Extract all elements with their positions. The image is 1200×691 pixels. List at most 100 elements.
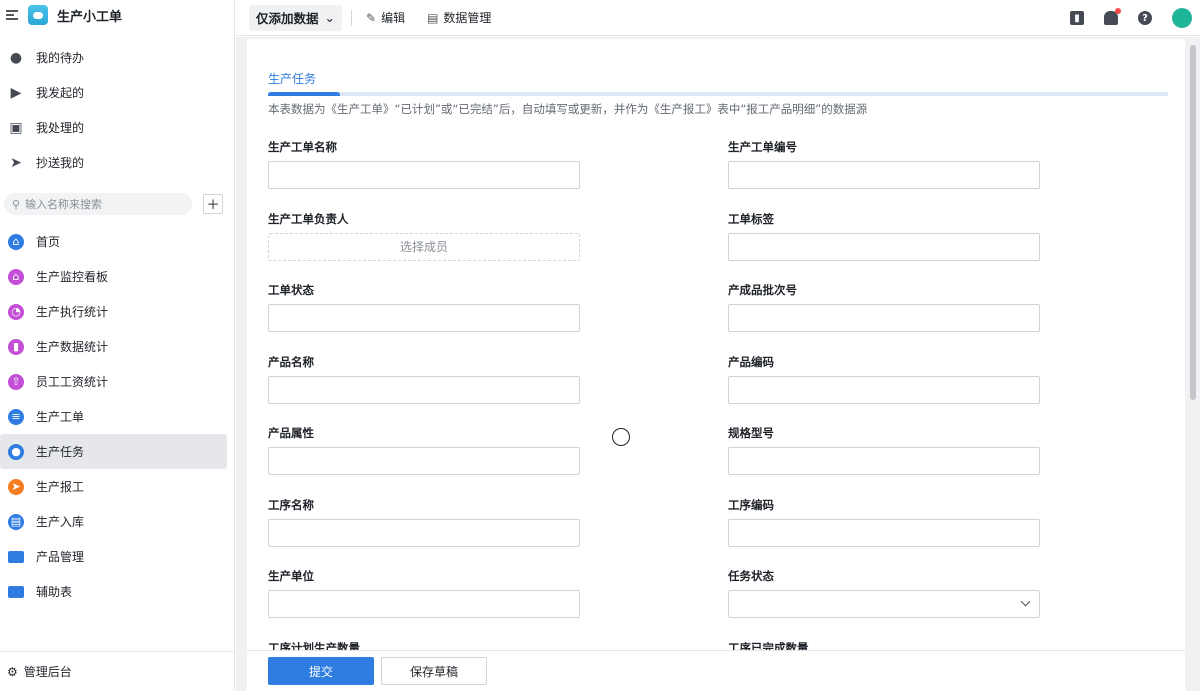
submit-button[interactable]: 提交 bbox=[268, 657, 374, 685]
sidebar: 生产小工单 ● 我的待办 ▶ 我发起的 ▣ 我处理的 ➤ 抄送我的 ⚲ 输入名称来搜索 + ⌂ 首… bbox=[0, 0, 235, 691]
field-label: 产品名称 bbox=[268, 354, 314, 369]
text-field[interactable] bbox=[728, 375, 1040, 404]
folder-icon bbox=[8, 549, 24, 565]
bar-chart-icon: ▮ bbox=[8, 338, 24, 355]
form-field: 产品属性 bbox=[268, 425, 580, 475]
sidebar-item[interactable]: ⌂ 首页 bbox=[0, 224, 227, 259]
pencil-icon: ✎ bbox=[366, 10, 377, 25]
field-label: 任务状态 bbox=[728, 569, 774, 583]
form-field: 工序名称 bbox=[268, 497, 580, 547]
chevron-down-icon bbox=[1020, 596, 1031, 607]
sidebar-item-personal[interactable]: ▶ 我发起的 bbox=[0, 75, 227, 110]
form-field: 生产工单名称 bbox=[268, 139, 580, 189]
form-card: 生产任务 本表数据为《生产工单》“已计划”或“已完结”后，自动填写或更新，并作为… bbox=[247, 39, 1185, 691]
text-field[interactable] bbox=[268, 447, 580, 475]
sidebar-item-personal[interactable]: ➤ 抄送我的 bbox=[0, 145, 227, 180]
gear-icon: ⚙ bbox=[7, 664, 18, 679]
form-field: 任务状态 bbox=[728, 568, 1040, 618]
send-icon: ➤ bbox=[8, 478, 24, 495]
folder-icon bbox=[8, 584, 24, 600]
form-footer: 提交 保存草稿 bbox=[247, 650, 1185, 691]
text-field[interactable] bbox=[728, 232, 1040, 261]
sidebar-item[interactable]: 辅助表 bbox=[0, 574, 227, 609]
view-select[interactable]: 仅添加数据 ⌄ bbox=[249, 4, 342, 31]
form-field: 规格型号 bbox=[728, 425, 1040, 475]
bell-icon: ● bbox=[9, 49, 23, 66]
form-field: 产成品批次号 bbox=[728, 282, 1040, 332]
sidebar-item[interactable]: ▤ 生产入库 bbox=[0, 504, 227, 539]
send-icon: ➤ bbox=[10, 154, 22, 171]
text-field[interactable] bbox=[268, 590, 580, 618]
scrollbar[interactable] bbox=[1190, 45, 1196, 400]
sidebar-item[interactable]: 产品管理 bbox=[0, 539, 227, 574]
notebook-icon[interactable]: ▮ bbox=[1070, 11, 1084, 25]
divider bbox=[351, 9, 352, 26]
text-field[interactable] bbox=[268, 161, 580, 189]
field-label: 生产工单负责人 bbox=[268, 211, 349, 226]
admin-link[interactable]: ⚙ 管理后台 bbox=[0, 651, 234, 691]
sidebar-item[interactable]: ● 生产任务 bbox=[0, 434, 227, 469]
table-icon: ▤ bbox=[427, 10, 439, 25]
text-field[interactable] bbox=[728, 518, 1040, 547]
field-label: 生产工单名称 bbox=[268, 140, 337, 154]
text-field[interactable] bbox=[268, 304, 580, 332]
sidebar-item[interactable]: ⌂ 生产监控看板 bbox=[0, 259, 227, 294]
chevron-down-icon: ⌄ bbox=[324, 10, 335, 25]
text-field[interactable] bbox=[728, 304, 1040, 332]
sidebar-item-personal[interactable]: ▣ 我处理的 bbox=[0, 110, 227, 145]
field-label: 规格型号 bbox=[728, 426, 774, 440]
home-icon: ⌂ bbox=[8, 233, 24, 250]
sidebar-item-personal[interactable]: ● 我的待办 bbox=[0, 40, 227, 75]
form-field: 工单标签 bbox=[728, 211, 1040, 261]
sidebar-item[interactable]: ▮ 生产数据统计 bbox=[0, 329, 227, 364]
text-field[interactable] bbox=[268, 375, 580, 404]
house-up-icon: ⇧ bbox=[8, 373, 24, 390]
sidebar-item[interactable]: ⇧ 员工工资统计 bbox=[0, 364, 227, 399]
inbox-icon: ▣ bbox=[9, 119, 23, 136]
menu-icon[interactable] bbox=[6, 10, 18, 20]
edit-button[interactable]: ✎ 编辑 bbox=[366, 9, 405, 26]
form-field: 产品编码 bbox=[728, 354, 1040, 404]
text-field[interactable] bbox=[728, 447, 1040, 475]
progress-fill bbox=[268, 92, 340, 96]
save-draft-button[interactable]: 保存草稿 bbox=[381, 657, 487, 685]
app-title: 生产小工单 bbox=[57, 9, 123, 25]
field-label: 工单状态 bbox=[268, 283, 314, 297]
search-icon: ⚲ bbox=[12, 197, 21, 211]
app-logo bbox=[28, 5, 48, 25]
section-title: 生产任务 bbox=[268, 72, 317, 86]
cursor-icon bbox=[612, 428, 630, 446]
section-progress bbox=[268, 92, 1168, 96]
main: 生产任务 本表数据为《生产工单》“已计划”或“已完结”后，自动填写或更新，并作为… bbox=[236, 37, 1200, 691]
member-picker[interactable]: 选择成员 bbox=[268, 232, 580, 261]
avatar[interactable] bbox=[1172, 8, 1192, 28]
clipboard-icon: ▤ bbox=[8, 513, 24, 530]
field-label: 工单标签 bbox=[728, 211, 774, 226]
form-field: 生产单位 bbox=[268, 568, 580, 618]
search-input[interactable]: ⚲ 输入名称来搜索 bbox=[4, 193, 192, 215]
field-label: 产品编码 bbox=[728, 354, 774, 369]
select-field[interactable] bbox=[728, 590, 1040, 618]
form-field: 工单状态 bbox=[268, 282, 580, 332]
help-icon[interactable]: ? bbox=[1138, 11, 1152, 25]
text-field[interactable] bbox=[728, 161, 1040, 189]
field-label: 工序名称 bbox=[268, 497, 314, 512]
add-button[interactable]: + bbox=[203, 194, 223, 214]
form-field: 产品名称 bbox=[268, 354, 580, 404]
toolbar: 仅添加数据 ⌄ ✎ 编辑 ▤ 数据管理 ▮ ? bbox=[236, 0, 1200, 36]
form-description: 本表数据为《生产工单》“已计划”或“已完结”后，自动填写或更新，并作为《生产报工… bbox=[268, 102, 868, 116]
form-field: 生产工单编号 bbox=[728, 139, 1040, 189]
sidebar-item[interactable]: ≡ 生产工单 bbox=[0, 399, 227, 434]
form-field: 工序编码 bbox=[728, 497, 1040, 547]
bell-icon[interactable] bbox=[1104, 8, 1121, 25]
play-icon: ▶ bbox=[10, 84, 22, 101]
field-label: 产成品批次号 bbox=[728, 283, 797, 297]
sidebar-item[interactable]: ➤ 生产报工 bbox=[0, 469, 227, 504]
form-field: 生产工单负责人选择成员 bbox=[268, 211, 580, 261]
data-manage-button[interactable]: ▤ 数据管理 bbox=[427, 9, 491, 26]
field-label: 工序编码 bbox=[728, 497, 774, 512]
pie-chart-icon: ◔ bbox=[8, 303, 24, 320]
text-field[interactable] bbox=[268, 518, 580, 547]
sidebar-item[interactable]: ◔ 生产执行统计 bbox=[0, 294, 227, 329]
notification-dot bbox=[1115, 8, 1121, 14]
